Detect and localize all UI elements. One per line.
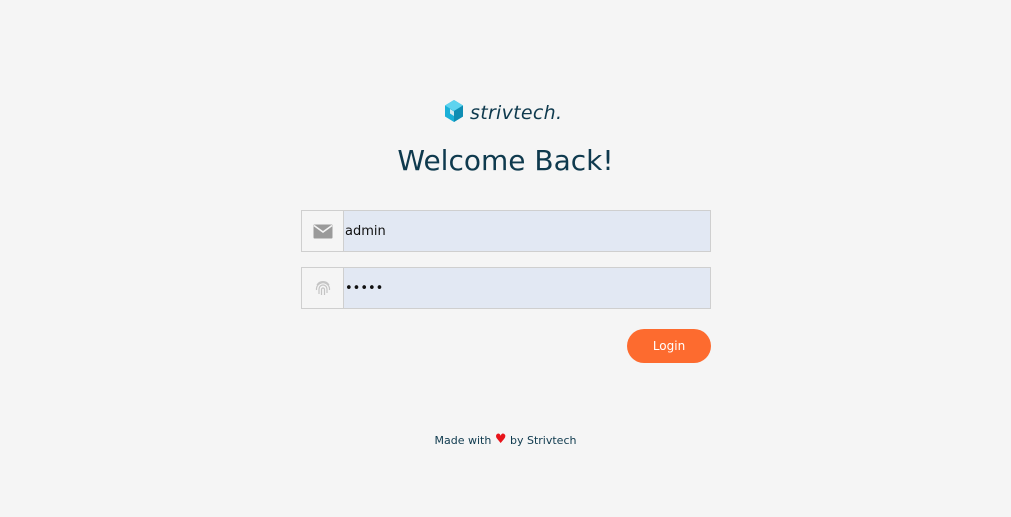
page-title: Welcome Back!: [397, 144, 614, 177]
brand-logo: strivtech.: [444, 100, 562, 126]
footer-suffix: by Strivtech: [510, 434, 577, 447]
username-input[interactable]: [344, 210, 711, 252]
username-field: [301, 210, 711, 252]
fingerprint-icon: [301, 267, 344, 309]
password-input[interactable]: [344, 267, 711, 309]
password-field: [301, 267, 711, 309]
footer: Made with ♥ by Strivtech: [0, 432, 1011, 447]
login-button[interactable]: Login: [627, 329, 711, 363]
brand-name: strivtech.: [470, 102, 563, 124]
footer-prefix: Made with: [434, 434, 492, 447]
envelope-icon: [301, 210, 344, 252]
heart-icon: ♥: [494, 432, 507, 447]
login-page: strivtech. Welcome Back! Login Made with…: [0, 0, 1011, 517]
cube-hexagon-icon: [444, 99, 464, 127]
